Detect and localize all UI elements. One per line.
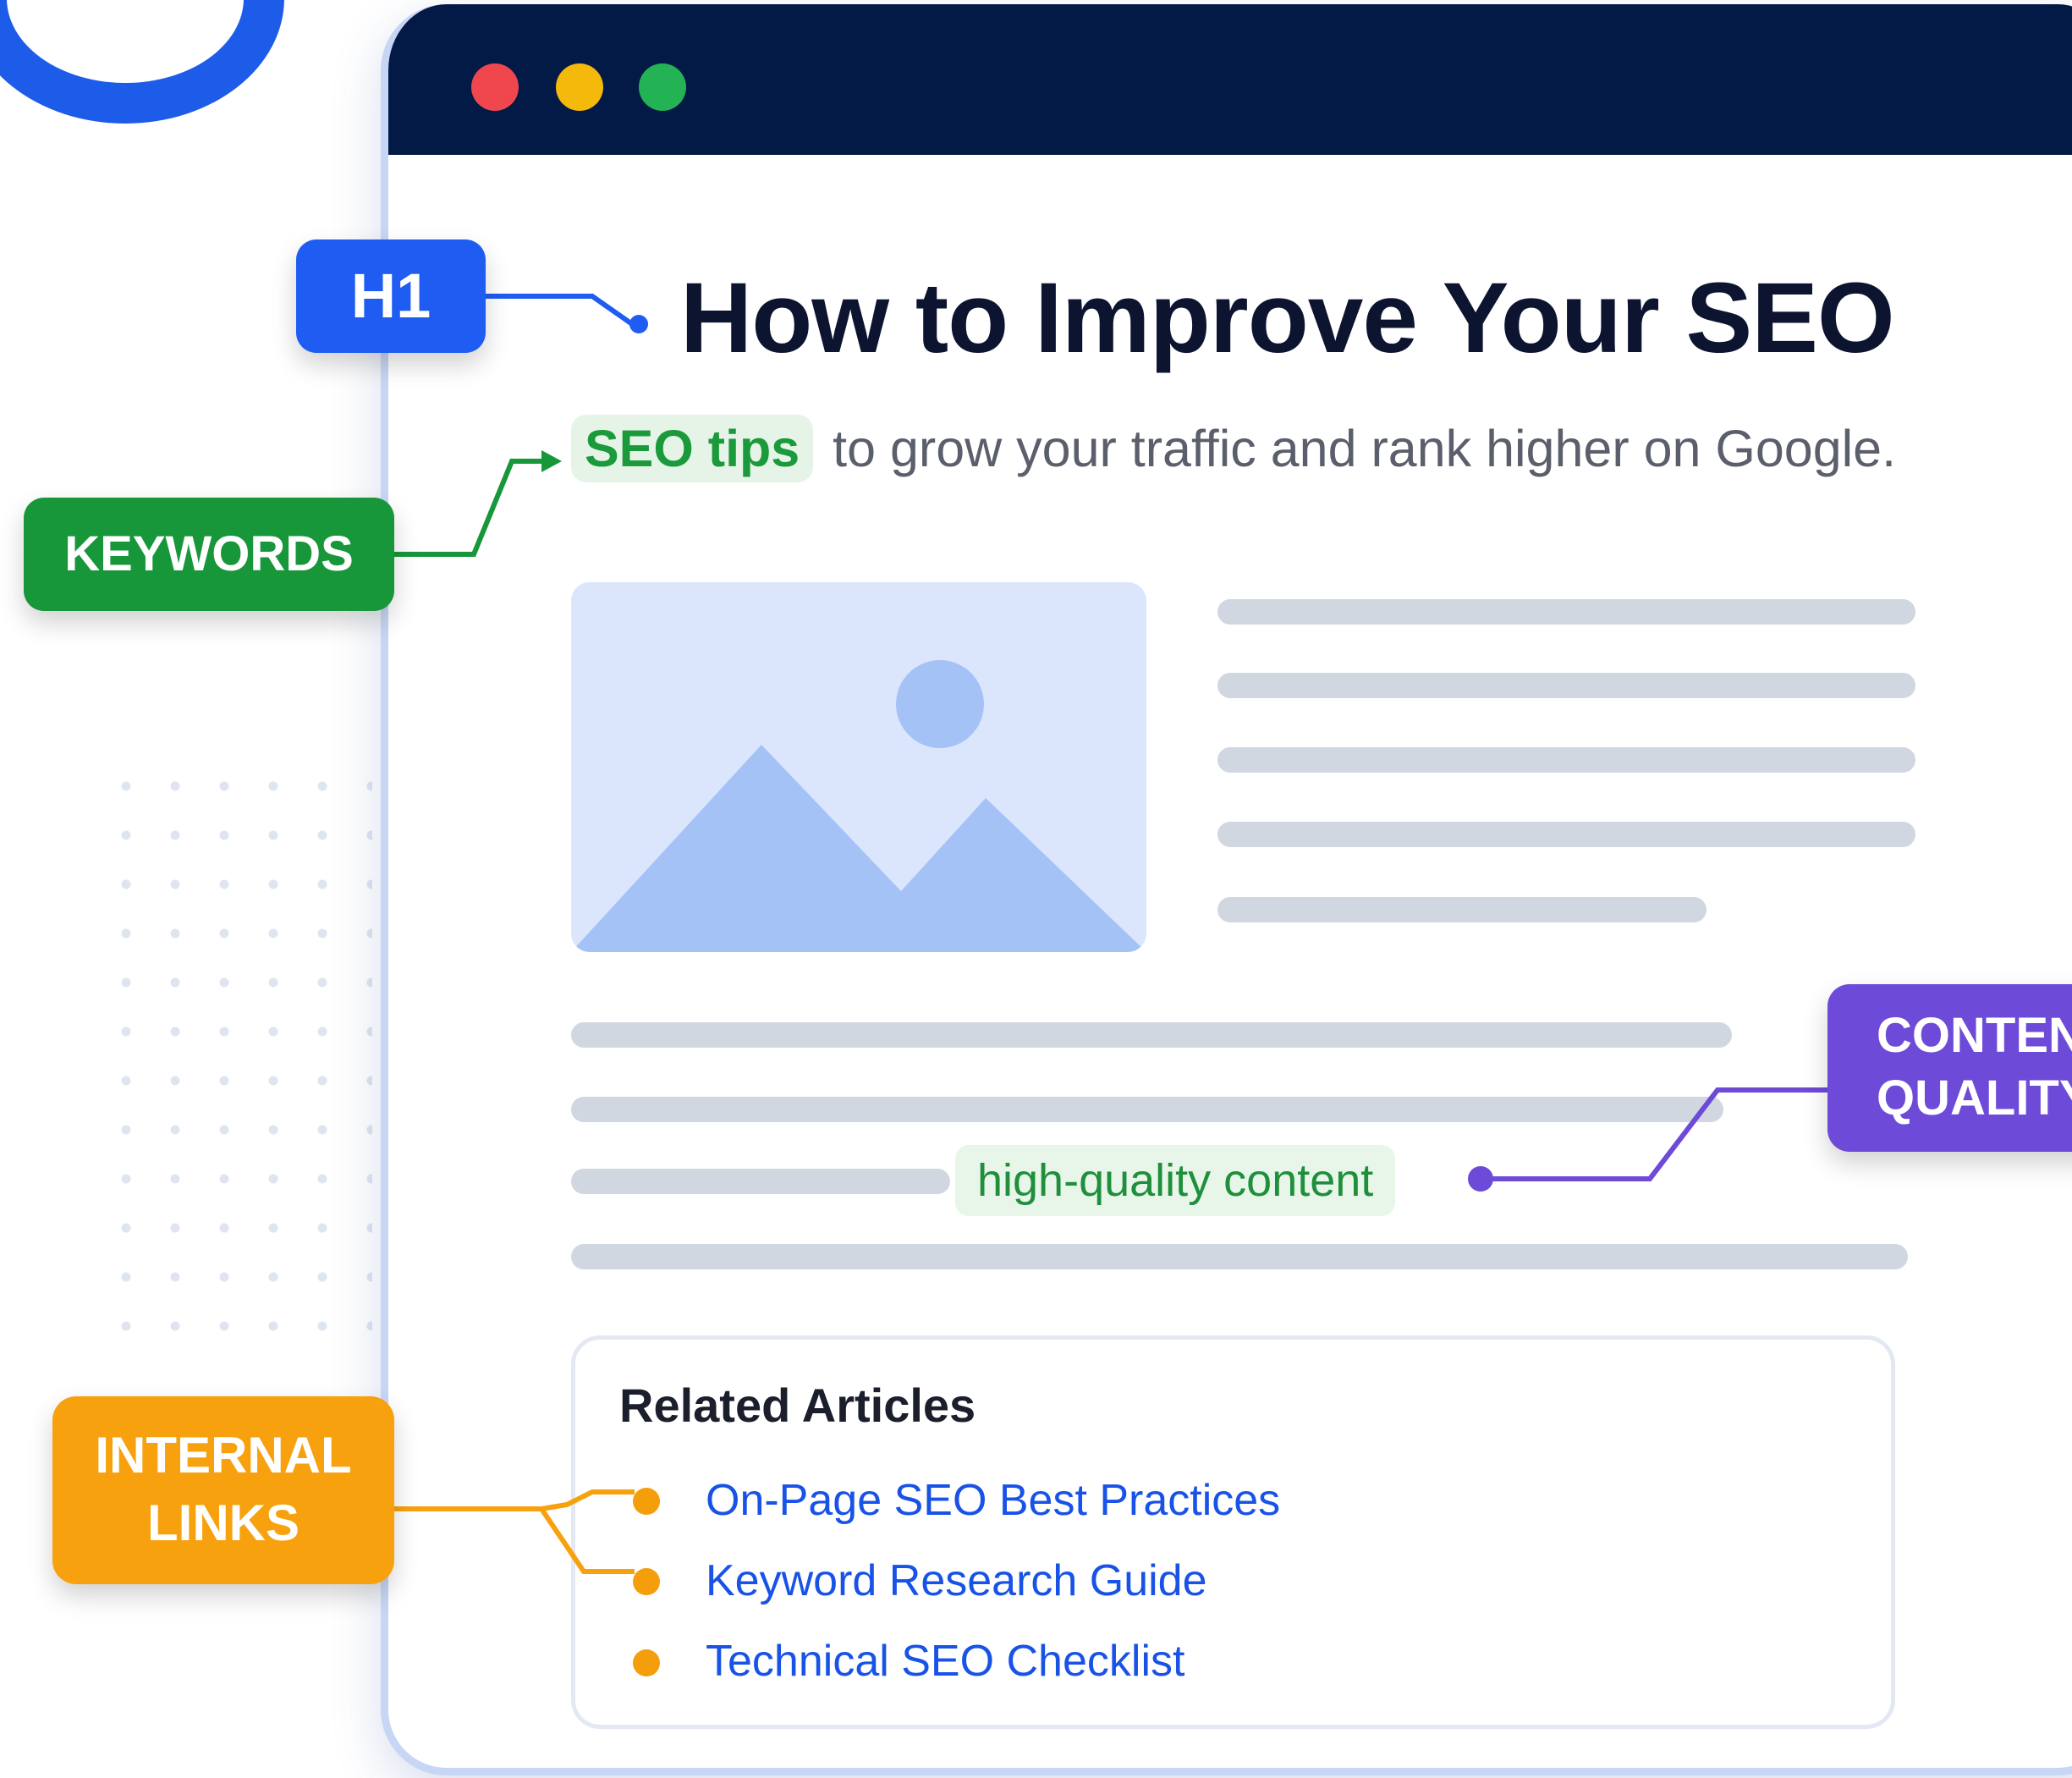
page-subtitle: SEO tips to grow your traffic and rank h…: [571, 415, 1897, 482]
browser-titlebar: [388, 4, 2072, 155]
maximize-window-dot[interactable]: [639, 63, 686, 111]
content-quality-highlight: high-quality content: [955, 1145, 1396, 1216]
keywords-badge: KEYWORDS: [24, 498, 394, 611]
related-link-on-page-seo[interactable]: On-Page SEO Best Practices: [706, 1475, 1280, 1526]
bullet-icon: [633, 1488, 660, 1515]
text-line: [1217, 673, 1915, 698]
content-quality-badge-line1: CONTENT: [1877, 1008, 2072, 1063]
text-line: [1217, 599, 1915, 625]
text-line: [571, 1169, 950, 1194]
page-content: How to Improve Your SEO SEO tips to grow…: [388, 155, 2072, 1768]
h1-badge: H1: [296, 239, 486, 353]
related-articles-box: Related Articles On-Page SEO Best Practi…: [571, 1335, 1895, 1729]
content-quality-badge: CONTENT QUALITY: [1827, 984, 2072, 1152]
text-line: [1217, 897, 1707, 922]
text-line: [571, 1022, 1732, 1048]
bullet-icon: [633, 1649, 660, 1676]
logo-fragment: [0, 0, 284, 124]
related-link-keyword-research[interactable]: Keyword Research Guide: [706, 1555, 1207, 1606]
text-line: [1217, 747, 1915, 773]
image-placeholder: [571, 582, 1146, 952]
keyword-highlight: SEO tips: [571, 415, 814, 482]
page-title: How to Improve Your SEO: [680, 262, 1895, 374]
subtitle-text: to grow your traffic and rank higher on …: [833, 420, 1897, 477]
close-window-dot[interactable]: [471, 63, 519, 111]
image-mountains-icon: [571, 745, 1146, 952]
text-line: [571, 1097, 1723, 1122]
text-line: [571, 1244, 1908, 1269]
related-articles-title: Related Articles: [619, 1379, 976, 1432]
related-link-technical-seo[interactable]: Technical SEO Checklist: [706, 1636, 1184, 1687]
content-quality-badge-line2: QUALITY: [1877, 1071, 2072, 1126]
minimize-window-dot[interactable]: [556, 63, 603, 111]
internal-links-badge-line1: INTERNAL: [95, 1427, 352, 1484]
internal-links-badge: INTERNAL LINKS: [52, 1396, 394, 1584]
text-line: [1217, 822, 1915, 847]
internal-links-badge-line2: LINKS: [147, 1495, 300, 1551]
browser-window: How to Improve Your SEO SEO tips to grow…: [381, 4, 2072, 1775]
bullet-icon: [633, 1568, 660, 1595]
decorative-dot-grid: [102, 762, 372, 1337]
